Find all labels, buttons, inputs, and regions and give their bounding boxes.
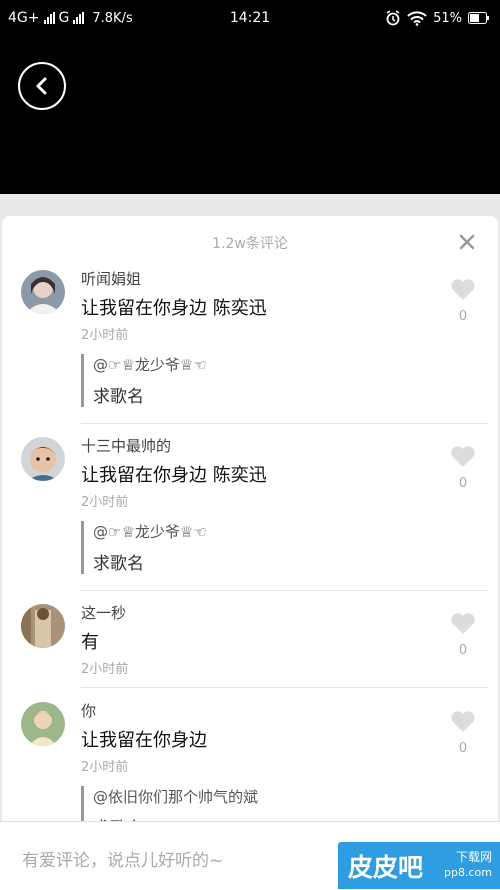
avatar[interactable] [21,270,65,314]
avatar[interactable] [21,604,65,648]
heart-icon [451,279,475,300]
watermark-main-text: 皮皮吧 [348,853,424,882]
comment-text: 让我留在你身边 陈奕迅 [81,298,267,319]
reply-text: 求歌名 [93,554,144,574]
battery-percent: 51% [433,10,462,26]
like-button[interactable]: 0 [448,612,478,658]
comment-count-title: 1.2w条评论 [212,236,288,252]
watermark-logo: 皮皮吧 下载网 pp8.com [338,842,500,889]
like-count: 0 [458,741,468,756]
divider [81,423,488,424]
like-button[interactable]: 0 [448,445,478,491]
divider [81,687,488,688]
watermark-url-text: pp8.com [444,866,492,879]
comment-input-placeholder[interactable]: 有爱评论，说点儿好听的~ [22,846,223,871]
like-count: 0 [458,476,468,491]
alarm-icon [386,10,400,26]
wifi-icon [407,10,427,26]
avatar[interactable] [21,437,65,481]
reply-quote: @☞♕龙少爷♕☜ 求歌名 [81,354,381,407]
comment-text: 让我留在你身边 陈奕迅 [81,465,267,486]
comment-username[interactable]: 这一秒 [81,602,126,623]
comment-username[interactable]: 十三中最帅的 [81,435,171,456]
heart-icon [451,711,475,732]
comments-sheet: 1.2w条评论 听闻娟姐 让我留在你身边 陈奕迅 2小时前 @☞♕龙少爷♕☜ 求… [2,216,498,889]
status-right: 51% [385,10,490,26]
watermark-sub-text: 下载网 [455,850,492,864]
reply-quote: @☞♕龙少爷♕☜ 求歌名 [81,521,381,574]
battery-icon [468,12,489,24]
comment-username[interactable]: 你 [81,700,96,721]
reply-text: 求歌名 [93,387,144,407]
like-button[interactable]: 0 [448,278,478,324]
heart-icon [451,613,475,634]
close-icon[interactable] [458,233,476,251]
like-count: 0 [458,309,468,324]
heart-icon [451,446,475,467]
comment-text: 让我留在你身边 [81,730,207,751]
comment-time: 2小时前 [81,328,129,343]
comment-username[interactable]: 听闻娟姐 [81,268,141,289]
comment-time: 2小时前 [81,495,129,510]
avatar[interactable] [21,702,65,746]
reply-username: @☞♕龙少爷♕☜ [93,356,207,374]
reply-username: @依旧你们那个帅气的斌 [93,788,259,806]
divider [81,590,488,591]
reply-username: @☞♕龙少爷♕☜ [93,523,207,541]
comment-text: 有 [81,632,99,653]
back-button[interactable] [18,62,66,110]
chevron-left-icon [36,77,47,95]
like-button[interactable]: 0 [448,710,478,756]
status-bar: 4G+ G 7.8K/s 14:21 51% [0,0,500,36]
comment-time: 2小时前 [81,760,129,775]
comment-time: 2小时前 [81,662,129,677]
like-count: 0 [458,643,468,658]
